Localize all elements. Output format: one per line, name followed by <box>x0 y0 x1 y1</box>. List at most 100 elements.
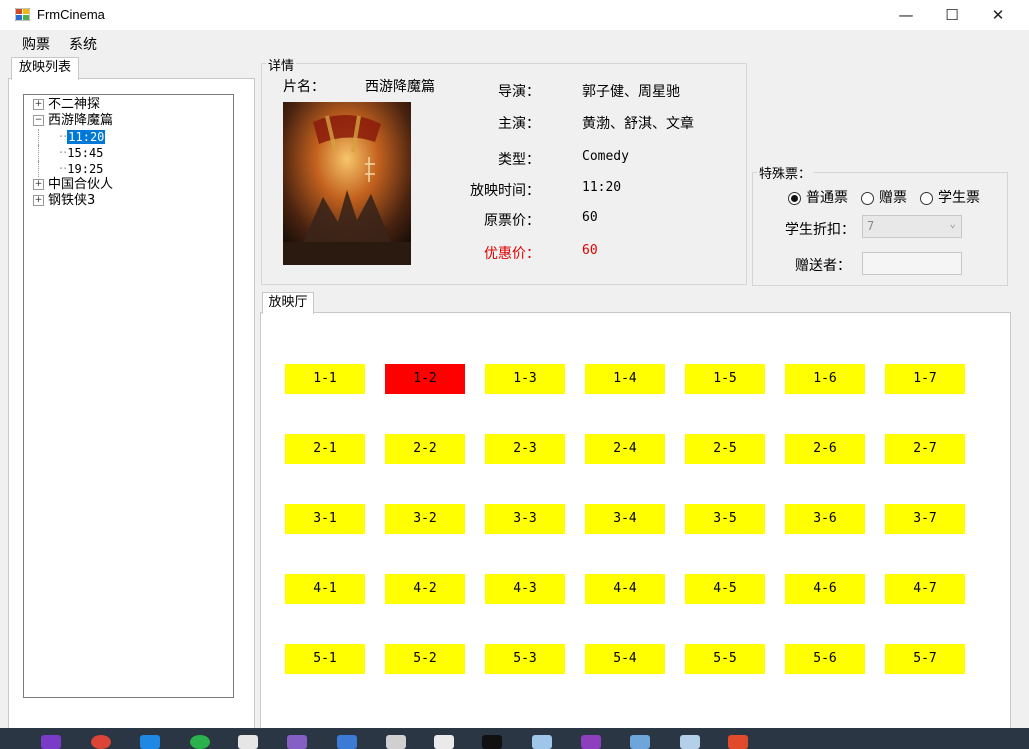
close-button[interactable]: ✕ <box>975 0 1021 30</box>
seat-button[interactable]: 4-1 <box>285 574 365 604</box>
seat-button[interactable]: 1-4 <box>585 364 665 394</box>
box-icon[interactable] <box>386 735 406 749</box>
tab-hall[interactable]: 放映厅 <box>262 292 314 314</box>
tree-expand-icon[interactable]: + <box>33 179 44 190</box>
seat-button[interactable]: 1-1 <box>285 364 365 394</box>
seat-button[interactable]: 2-2 <box>385 434 465 464</box>
terminal-icon[interactable] <box>482 735 502 749</box>
radio-student-ticket[interactable]: 学生票 <box>920 187 980 207</box>
student-discount-label: 学生折扣： <box>785 222 855 238</box>
seat-button[interactable]: 2-7 <box>885 434 965 464</box>
seat-button[interactable]: 4-3 <box>485 574 565 604</box>
seat-button[interactable]: 1-7 <box>885 364 965 394</box>
seat-button[interactable]: 3-1 <box>285 504 365 534</box>
director-label: 导演： <box>498 84 540 100</box>
radio-normal-ticket[interactable]: 普通票 <box>788 187 848 207</box>
maximize-button[interactable]: ☐ <box>929 0 975 30</box>
seat-button[interactable]: 4-6 <box>785 574 865 604</box>
minimize-button[interactable]: — <box>883 0 929 30</box>
notepad-icon[interactable] <box>434 735 454 749</box>
window-title-bar[interactable] <box>0 0 1029 30</box>
student-discount-select[interactable]: 7 ⌄ <box>862 215 962 238</box>
radio-gift-ticket[interactable]: 赠票 <box>861 187 907 207</box>
phpstorm-icon[interactable] <box>581 735 601 749</box>
tree-node-label: 西游降魔篇 <box>48 113 114 128</box>
app-icon-pen[interactable] <box>680 735 700 749</box>
seat-button[interactable]: 5-1 <box>285 644 365 674</box>
movie-poster-image <box>283 102 411 265</box>
original-price-value: 60 <box>582 210 598 225</box>
seat-button[interactable]: 3-6 <box>785 504 865 534</box>
chevron-down-icon: ⌄ <box>949 217 956 230</box>
frmcinema-taskbar-icon[interactable] <box>728 735 748 749</box>
seat-button[interactable]: 4-5 <box>685 574 765 604</box>
seat-button[interactable]: 5-2 <box>385 644 465 674</box>
tree-expand-icon[interactable]: + <box>33 99 44 110</box>
showtime-value: 11:20 <box>582 180 622 195</box>
visual-studio-icon[interactable] <box>287 735 307 749</box>
tree-showtime-label: 19:25 <box>67 162 104 176</box>
seat-button[interactable]: 3-5 <box>685 504 765 534</box>
app-icon <box>15 8 30 21</box>
type-value: Comedy <box>582 149 629 164</box>
screening-tree[interactable]: + 不二神探 − 西游降魔篇 ··11:20 ··15:45 ··19:25 + 中国… <box>23 94 234 698</box>
menu-item-buy-ticket[interactable]: 购票 <box>22 34 50 54</box>
app-icon-db[interactable] <box>337 735 357 749</box>
seat-button[interactable]: 1-6 <box>785 364 865 394</box>
tab-screening-list[interactable]: 放映列表 <box>11 57 79 80</box>
seat-button[interactable]: 2-6 <box>785 434 865 464</box>
window-title: FrmCinema <box>37 7 105 22</box>
director-value: 郭子健、周星驰 <box>582 84 680 100</box>
app-icon-blue[interactable] <box>140 735 160 749</box>
tree-node-movie[interactable]: − 西游降魔篇 <box>33 113 113 129</box>
onenote-icon[interactable] <box>41 735 61 749</box>
movie-name-label: 片名： <box>283 79 325 95</box>
menu-bar <box>0 30 1029 56</box>
seat-button[interactable]: 5-6 <box>785 644 865 674</box>
tree-collapse-icon[interactable]: − <box>33 115 44 126</box>
tree-node-movie[interactable]: + 中国合伙人 <box>33 177 113 193</box>
seat-button[interactable]: 2-1 <box>285 434 365 464</box>
seat-button[interactable]: 3-4 <box>585 504 665 534</box>
seat-button[interactable]: 4-7 <box>885 574 965 604</box>
discount-price-label: 优惠价： <box>484 246 540 262</box>
tree-node-showtime[interactable]: ··19:25 <box>38 161 113 177</box>
seat-button[interactable]: 2-5 <box>685 434 765 464</box>
menu-item-system[interactable]: 系统 <box>69 34 97 54</box>
seat-button[interactable]: 3-3 <box>485 504 565 534</box>
seat-button[interactable]: 1-5 <box>685 364 765 394</box>
student-discount-value: 7 <box>867 219 875 233</box>
tree-node-showtime[interactable]: ··15:45 <box>38 145 113 161</box>
chrome-icon[interactable] <box>91 735 111 749</box>
seat-button[interactable]: 1-3 <box>485 364 565 394</box>
seat-button[interactable]: 5-5 <box>685 644 765 674</box>
app-icon-green[interactable] <box>190 735 210 749</box>
discount-price-value: 60 <box>582 243 598 258</box>
tree-node-movie[interactable]: + 钢铁侠3 <box>33 193 113 209</box>
seat-button[interactable]: 4-2 <box>385 574 465 604</box>
tree-expand-icon[interactable]: + <box>33 195 44 206</box>
showtime-label: 放映时间： <box>470 183 540 199</box>
tree-showtime-label: 15:45 <box>67 146 104 160</box>
store-icon[interactable] <box>238 735 258 749</box>
tree-node-showtime[interactable]: ··11:20 <box>38 129 113 145</box>
app-icon-folder[interactable] <box>630 735 650 749</box>
giver-input[interactable] <box>862 252 962 275</box>
radio-unchecked-icon[interactable] <box>920 191 933 205</box>
seat-button[interactable]: 3-2 <box>385 504 465 534</box>
radio-checked-icon[interactable] <box>788 191 801 205</box>
app-icon-light[interactable] <box>532 735 552 749</box>
seat-button[interactable]: 5-7 <box>885 644 965 674</box>
giver-label: 赠送者： <box>795 258 851 274</box>
seat-button[interactable]: 4-4 <box>585 574 665 604</box>
tree-node-movie[interactable]: + 不二神探 <box>33 97 113 113</box>
seat-button[interactable]: 1-2 <box>385 364 465 394</box>
seat-button[interactable]: 5-3 <box>485 644 565 674</box>
seat-button[interactable]: 2-3 <box>485 434 565 464</box>
seat-button[interactable]: 2-4 <box>585 434 665 464</box>
seat-button[interactable]: 5-4 <box>585 644 665 674</box>
tree-showtime-label: 11:20 <box>67 130 106 144</box>
actor-label: 主演： <box>498 116 540 132</box>
radio-unchecked-icon[interactable] <box>861 191 874 205</box>
seat-button[interactable]: 3-7 <box>885 504 965 534</box>
